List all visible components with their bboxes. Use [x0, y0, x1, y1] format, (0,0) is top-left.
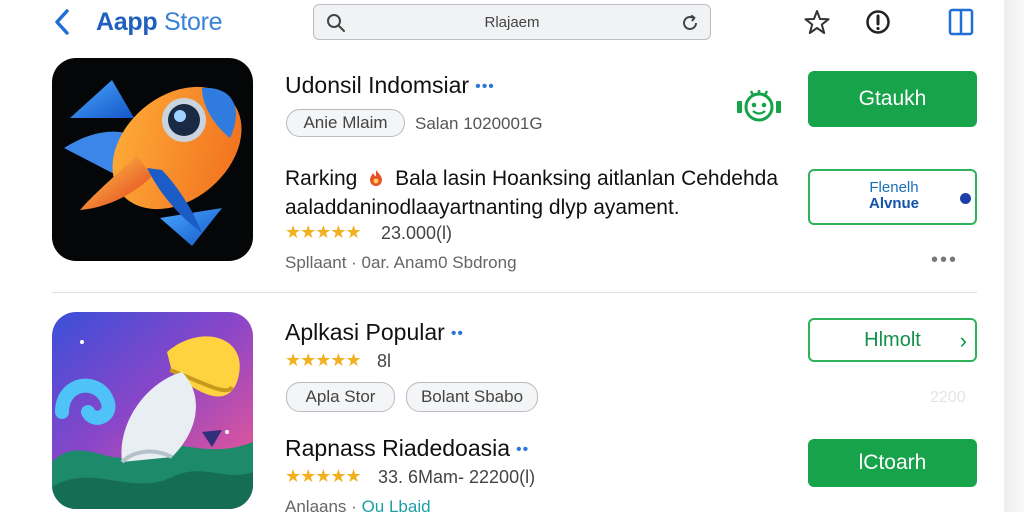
search-icon — [327, 14, 345, 32]
app-subinfo-3-prefix: Anlaans · — [285, 497, 357, 512]
chevron-right-icon: › — [959, 328, 967, 353]
app-description: Rarking Bala lasin Hoanksing aitlanlan C… — [285, 164, 795, 222]
ranking-label: Rarking — [285, 167, 358, 190]
robot-badge-icon — [737, 90, 781, 122]
description-line-2: aaladdaninodlaayartnanting dlyp ayament. — [285, 196, 680, 219]
device-button[interactable] — [945, 6, 977, 38]
fire-icon — [367, 166, 385, 186]
rating-stars-3: ★★★★★ — [285, 466, 362, 486]
chevron-left-icon — [55, 9, 69, 35]
rating-count-2: 8l — [377, 351, 392, 371]
refresh-icon[interactable] — [680, 13, 700, 33]
search-bar[interactable] — [313, 4, 711, 40]
rocket-icon — [64, 80, 242, 246]
app-name-2-text: Aplkasi Popular — [285, 319, 445, 345]
star-icon — [804, 10, 830, 34]
open-button[interactable]: Hlmolt › — [808, 318, 977, 362]
app-name-2[interactable]: Aplkasi Popular •• — [285, 319, 464, 346]
app-icon-rocket[interactable] — [52, 58, 253, 261]
more-dots-icon: ••• — [475, 77, 495, 95]
app-name[interactable]: Udonsil Indomsiar ••• — [285, 72, 495, 99]
robot-badge — [732, 86, 786, 126]
favorite-button[interactable] — [801, 6, 833, 38]
more-options-button[interactable]: ••• — [931, 249, 958, 272]
open-button-label: Hlmolt — [864, 328, 921, 351]
top-bar: Aapp Store — [0, 0, 1024, 44]
secondary-button-line-2: Alvnue — [868, 195, 919, 212]
more-dots-icon: •• — [516, 440, 530, 458]
rating-stars-2: ★★★★★ — [285, 350, 362, 370]
developer-meta: Salan 1020001G — [415, 114, 543, 133]
app-subinfo-3: Anlaans · Ou Lbaid — [285, 497, 431, 512]
more-dots-icon: •• — [450, 324, 465, 342]
toggle-dot-icon — [960, 193, 971, 204]
rating-count: 23.000(l) — [381, 223, 453, 243]
app-icon-rocket-2[interactable] — [52, 312, 253, 509]
section-divider — [52, 292, 977, 293]
app-name-3[interactable]: Rapnass Riadedoasia •• — [285, 435, 529, 462]
faint-number: 2200 — [930, 389, 966, 406]
app-subinfo: Spllaant · 0ar. Anam0 Sbdrong — [285, 253, 517, 272]
report-button[interactable] — [862, 6, 894, 38]
app-name-3-text: Rapnass Riadedoasia — [285, 435, 511, 461]
tablet-icon — [948, 8, 974, 36]
category-chip-2a[interactable]: Apla Stor — [286, 382, 395, 412]
search-input[interactable] — [314, 5, 710, 39]
app-subinfo-3-link[interactable]: Ou Lbaid — [362, 497, 431, 512]
app-name-text: Udonsil Indomsiar — [285, 72, 470, 98]
category-chip[interactable]: Anie Mlaim — [286, 109, 405, 137]
page-title: Aapp Store — [96, 8, 223, 37]
get-button-3[interactable]: lCtoarh — [808, 439, 977, 487]
alert-icon — [866, 10, 890, 34]
title-part-1: Aapp — [96, 8, 158, 36]
back-button[interactable] — [48, 6, 76, 38]
secondary-button-line-1: Flenelh — [869, 179, 919, 196]
scroll-edge — [1004, 0, 1024, 512]
get-button[interactable]: Gtaukh — [808, 71, 977, 127]
rating-count-3: 33. 6Mam- 22200(l) — [378, 467, 536, 487]
rocket-scene-icon — [52, 336, 253, 509]
description-line-1: Bala lasin Hoanksing aitlanlan Cehdehda — [395, 167, 778, 190]
rating-stars: ★★★★★ — [285, 222, 362, 242]
title-part-2: Store — [157, 8, 223, 36]
secondary-action-button[interactable]: Flenelh Alvnue — [808, 169, 977, 225]
category-chip-2b[interactable]: Bolant Sbabo — [406, 382, 538, 412]
